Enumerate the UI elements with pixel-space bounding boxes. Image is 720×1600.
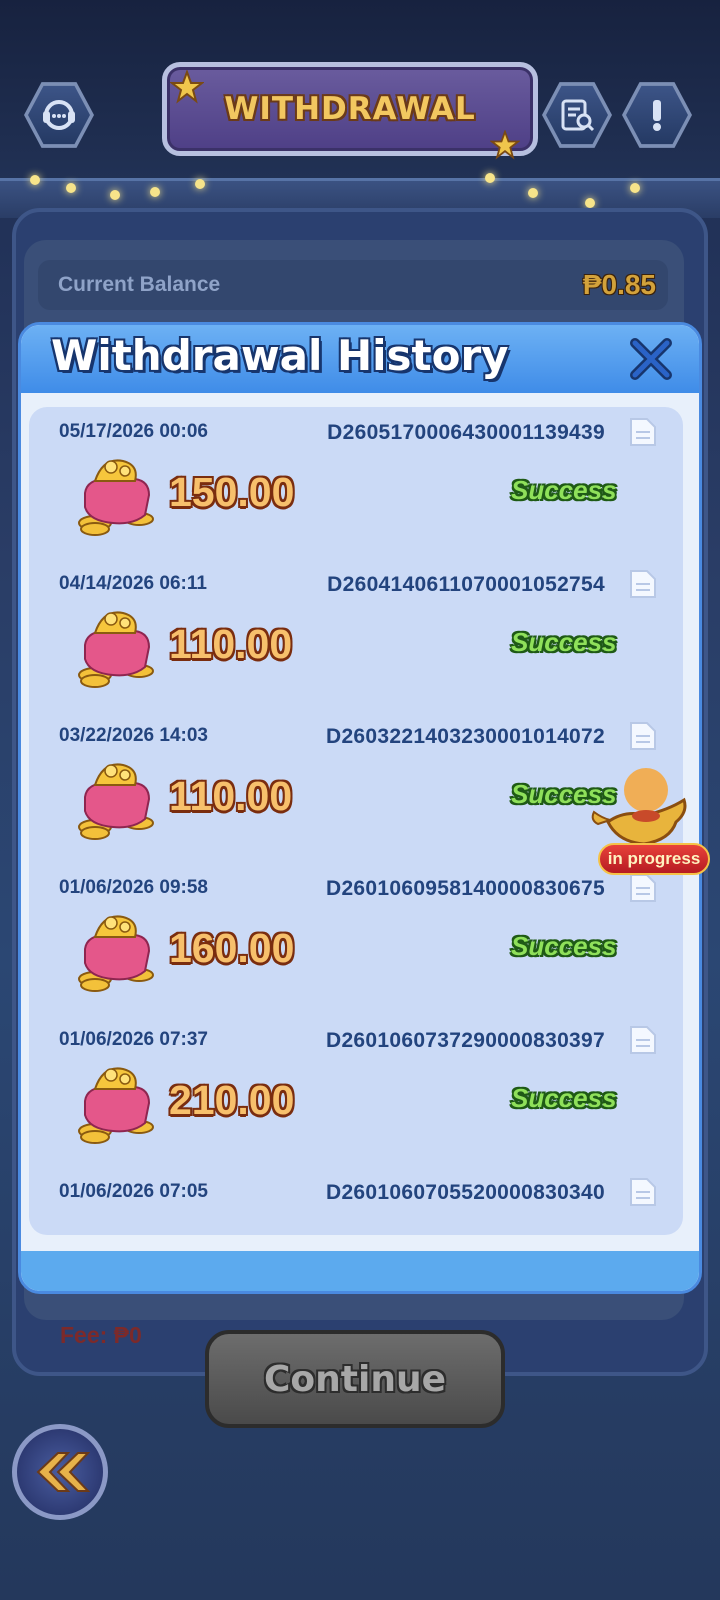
copy-icon[interactable] bbox=[627, 1023, 659, 1057]
current-balance-row: Current Balance ₱0.85 bbox=[38, 260, 668, 310]
current-balance-label: Current Balance bbox=[58, 273, 221, 296]
coin-purse-icon bbox=[73, 753, 157, 841]
copy-icon[interactable] bbox=[627, 719, 659, 753]
record-amount: 160.00 bbox=[169, 925, 295, 971]
light-bulb bbox=[585, 198, 595, 208]
light-bulb bbox=[630, 183, 640, 193]
record-status: Success bbox=[511, 475, 617, 505]
light-bulb bbox=[30, 175, 40, 185]
light-bulb bbox=[66, 183, 76, 193]
record-order-id: D2601060737290000830397 bbox=[325, 1029, 605, 1052]
record-order-id: D2605170006430001139439 bbox=[327, 421, 605, 444]
record-status: Success bbox=[511, 1083, 617, 1113]
coin-purse-icon bbox=[73, 449, 157, 537]
record-date: 01/06/2026 09:58 bbox=[59, 877, 208, 898]
page-title-sign: WITHDRAWAL bbox=[162, 62, 538, 156]
record-amount: 110.00 bbox=[169, 773, 293, 819]
in-progress-badge[interactable]: in progress bbox=[598, 843, 710, 875]
star-icon bbox=[490, 130, 520, 160]
record-order-id: D2603221403230001014072 bbox=[325, 725, 605, 748]
light-bulb bbox=[110, 190, 120, 200]
close-button[interactable] bbox=[621, 329, 681, 389]
light-bulb bbox=[528, 188, 538, 198]
light-bulb bbox=[485, 173, 495, 183]
record-amount: 210.00 bbox=[169, 1077, 295, 1123]
back-button[interactable] bbox=[12, 1424, 108, 1520]
support-chat-icon bbox=[43, 100, 75, 130]
coin-purse-icon bbox=[73, 1057, 157, 1145]
record-status: Success bbox=[511, 627, 617, 657]
record-amount: 110.00 bbox=[169, 621, 293, 667]
exclamation-info-icon bbox=[653, 100, 661, 131]
history-record: 04/14/2026 06:11 D2604140611070001052754 1… bbox=[29, 570, 683, 725]
light-bulb bbox=[195, 179, 205, 189]
history-record: 01/06/2026 07:05 D2601060705520000830340 bbox=[29, 1178, 683, 1235]
continue-label: Continue bbox=[263, 1358, 446, 1400]
double-chevron-left-icon bbox=[36, 1452, 90, 1492]
record-order-id: D2601060705520000830340 bbox=[325, 1181, 605, 1204]
current-balance-value: ₱0.85 bbox=[582, 269, 656, 300]
record-date: 04/14/2026 06:11 bbox=[59, 573, 207, 594]
copy-icon[interactable] bbox=[627, 567, 659, 601]
record-amount: 150.00 bbox=[169, 469, 295, 515]
fee-text: Fee: ₱0 bbox=[60, 1322, 142, 1348]
record-date: 03/22/2026 14:03 bbox=[59, 725, 208, 746]
history-record: 05/17/2026 00:06 D2605170006430001139439 1… bbox=[29, 418, 683, 573]
record-order-id: D2604140611070001052754 bbox=[327, 573, 605, 596]
record-order-id: D2601060958140000830675 bbox=[325, 877, 605, 900]
record-search-icon bbox=[561, 99, 595, 132]
history-record: 01/06/2026 09:58 D2601060958140000830675 1… bbox=[29, 874, 683, 1029]
record-status: Success bbox=[511, 931, 617, 961]
record-date: 01/06/2026 07:05 bbox=[59, 1181, 208, 1202]
in-progress-label: in progress bbox=[607, 849, 701, 868]
modal-title: Withdrawal History bbox=[51, 331, 509, 380]
history-record: 01/06/2026 07:37 D2601060737290000830397 2… bbox=[29, 1026, 683, 1181]
record-date: 01/06/2026 07:37 bbox=[59, 1029, 208, 1050]
close-x-icon bbox=[630, 338, 672, 380]
modal-footer bbox=[21, 1251, 699, 1291]
page-title: WITHDRAWAL bbox=[224, 91, 476, 127]
coin-purse-icon bbox=[73, 905, 157, 993]
light-bulb bbox=[150, 187, 160, 197]
coin-purse-icon bbox=[73, 601, 157, 689]
record-date: 05/17/2026 00:06 bbox=[59, 421, 208, 442]
copy-icon[interactable] bbox=[627, 1175, 659, 1209]
continue-button[interactable]: Continue bbox=[205, 1330, 505, 1428]
star-icon bbox=[170, 70, 204, 104]
copy-icon[interactable] bbox=[627, 415, 659, 449]
